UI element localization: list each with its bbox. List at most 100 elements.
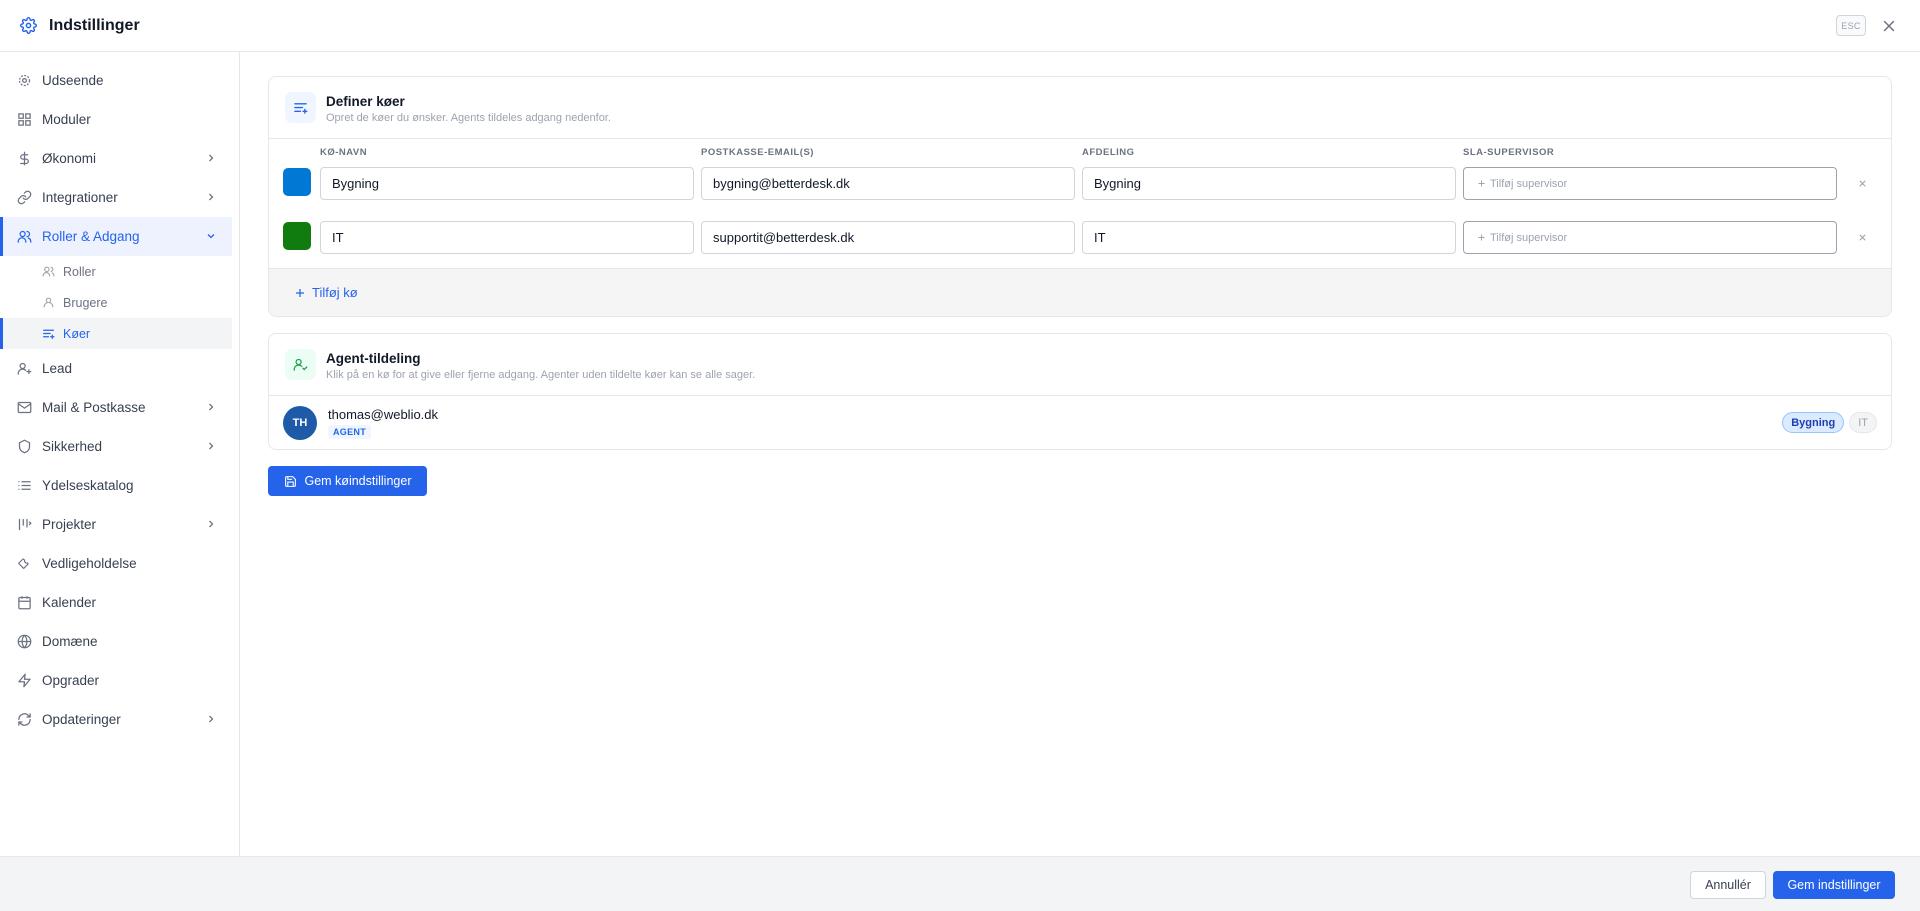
sidebar-item-projekter[interactable]: Projekter [0, 505, 239, 544]
sidebar-item-lead[interactable]: Lead [0, 349, 239, 388]
queue-name-input[interactable] [320, 167, 694, 200]
queue-email-input[interactable] [701, 167, 1075, 200]
user-check-icon [285, 349, 316, 380]
queue-chip-bygning[interactable]: Bygning [1782, 412, 1845, 433]
column-header-name: KØ-NAVN [320, 147, 368, 158]
page-title: Indstillinger [49, 16, 140, 34]
agent-queue-chips: Bygning IT [1782, 412, 1877, 433]
sidebar-item-ydelseskatalog[interactable]: Ydelseskatalog [0, 466, 239, 505]
kanban-icon [17, 517, 32, 532]
sidebar-item-domaene[interactable]: Domæne [0, 622, 239, 661]
mail-icon [17, 400, 32, 415]
chevron-right-icon [205, 713, 217, 725]
globe-icon [17, 634, 32, 649]
sidebar-item-label: Mail & Postkasse [42, 400, 146, 415]
calendar-icon [17, 595, 32, 610]
sidebar-item-udseende[interactable]: Udseende [0, 61, 239, 100]
sidebar-subitem-label: Køer [63, 326, 91, 341]
agent-email: thomas@weblio.dk [328, 406, 439, 422]
plus-icon [1477, 179, 1486, 188]
sidebar-item-opdateringer[interactable]: Opdateringer [0, 700, 239, 739]
queue-department-input[interactable] [1082, 167, 1456, 200]
queues-card: Definer køer Opret de køer du ønsker. Ag… [268, 76, 1892, 317]
sidebar-item-moduler[interactable]: Moduler [0, 100, 239, 139]
user-icon [42, 296, 55, 309]
sidebar-subitem-roller[interactable]: Roller [0, 256, 239, 287]
sidebar-item-label: Integrationer [42, 190, 118, 205]
sidebar-subitem-koer[interactable]: Køer [0, 318, 232, 349]
save-queue-settings-button[interactable]: Gem køindstillinger [268, 466, 427, 496]
shield-icon [17, 439, 32, 454]
sidebar-item-label: Projekter [42, 517, 97, 532]
sidebar-item-label: Udseende [42, 73, 104, 88]
queue-department-input[interactable] [1082, 221, 1456, 254]
add-queue-label: Tilføj kø [312, 285, 358, 300]
grid-icon [17, 112, 32, 127]
supervisor-placeholder: Tilføj supervisor [1490, 231, 1568, 244]
queue-color-swatch[interactable] [283, 168, 311, 196]
remove-queue-icon[interactable] [1856, 177, 1869, 190]
plus-icon [1477, 233, 1486, 242]
sidebar-item-label: Økonomi [42, 151, 97, 166]
sidebar-item-roller-adgang[interactable]: Roller & Adgang [0, 217, 232, 256]
esc-key-hint: ESC [1836, 15, 1866, 36]
queues-title: Definer køer [326, 94, 405, 109]
sidebar-item-label: Sikkerhed [42, 439, 103, 454]
column-header-email: POSTKASSE-EMAIL(S) [701, 147, 814, 158]
queue-name-input[interactable] [320, 221, 694, 254]
queue-email-input[interactable] [701, 221, 1075, 254]
sidebar-item-label: Kalender [42, 595, 97, 610]
agent-card-subtitle: Klik på en kø for at give eller fjerne a… [326, 369, 756, 381]
sidebar-item-label: Roller & Adgang [42, 229, 140, 244]
sidebar-item-integrationer[interactable]: Integrationer [0, 178, 239, 217]
users-icon [42, 265, 55, 278]
add-queue-bar: Tilføj kø [269, 268, 1891, 316]
list-plus-icon [285, 92, 316, 123]
remove-queue-icon[interactable] [1856, 231, 1869, 244]
list-icon [42, 327, 55, 340]
settings-footer: Annullér Gem indstillinger [0, 856, 1920, 911]
sidebar-item-mail-postkasse[interactable]: Mail & Postkasse [0, 388, 239, 427]
gear-icon [20, 17, 37, 34]
queues-column-headers: KØ-NAVN POSTKASSE-EMAIL(S) AFDELING SLA-… [269, 139, 1891, 163]
sidebar-item-label: Moduler [42, 112, 91, 127]
sidebar-item-vedligeholdelse[interactable]: Vedligeholdelse [0, 544, 239, 583]
cancel-button[interactable]: Annullér [1690, 871, 1766, 899]
avatar: TH [283, 406, 317, 440]
settings-sidebar: Udseende Moduler Økonomi Integrationer R… [0, 52, 240, 856]
chevron-right-icon [205, 401, 217, 413]
sidebar-item-label: Opdateringer [42, 712, 121, 727]
chevron-right-icon [205, 518, 217, 530]
sidebar-item-opgrader[interactable]: Opgrader [0, 661, 239, 700]
list-icon [17, 478, 32, 493]
refresh-icon [17, 712, 32, 727]
sidebar-item-kalender[interactable]: Kalender [0, 583, 239, 622]
gear-icon [17, 73, 32, 88]
save-settings-button[interactable]: Gem indstillinger [1773, 871, 1895, 899]
queues-subtitle: Opret de køer du ønsker. Agents tildeles… [326, 112, 611, 124]
sidebar-item-okonomi[interactable]: Økonomi [0, 139, 239, 178]
supervisor-add-field[interactable]: Tilføj supervisor [1463, 221, 1837, 254]
queues-card-header: Definer køer Opret de køer du ønsker. Ag… [269, 77, 1891, 139]
agent-card-title: Agent-tildeling [326, 351, 421, 366]
close-icon[interactable] [1880, 17, 1898, 35]
column-header-department: AFDELING [1082, 147, 1135, 158]
sidebar-item-label: Vedligeholdelse [42, 556, 137, 571]
queue-row: Tilføj supervisor [269, 163, 1891, 217]
queue-row: Tilføj supervisor [269, 217, 1891, 271]
queue-chip-it[interactable]: IT [1849, 412, 1877, 433]
agent-role-badge: AGENT [328, 424, 371, 439]
sidebar-item-label: Domæne [42, 634, 98, 649]
wrench-icon [17, 556, 32, 571]
main-content: Definer køer Opret de køer du ønsker. Ag… [241, 52, 1920, 856]
sidebar-item-label: Lead [42, 361, 73, 376]
sidebar-item-label: Ydelseskatalog [42, 478, 134, 493]
queue-color-swatch[interactable] [283, 222, 311, 250]
add-queue-button[interactable]: Tilføj kø [294, 285, 358, 300]
settings-header: Indstillinger ESC [0, 0, 1920, 52]
sidebar-item-sikkerhed[interactable]: Sikkerhed [0, 427, 239, 466]
plus-icon [296, 288, 304, 297]
sidebar-subitem-brugere[interactable]: Brugere [0, 287, 239, 318]
supervisor-add-field[interactable]: Tilføj supervisor [1463, 167, 1837, 200]
save-icon [284, 475, 296, 487]
